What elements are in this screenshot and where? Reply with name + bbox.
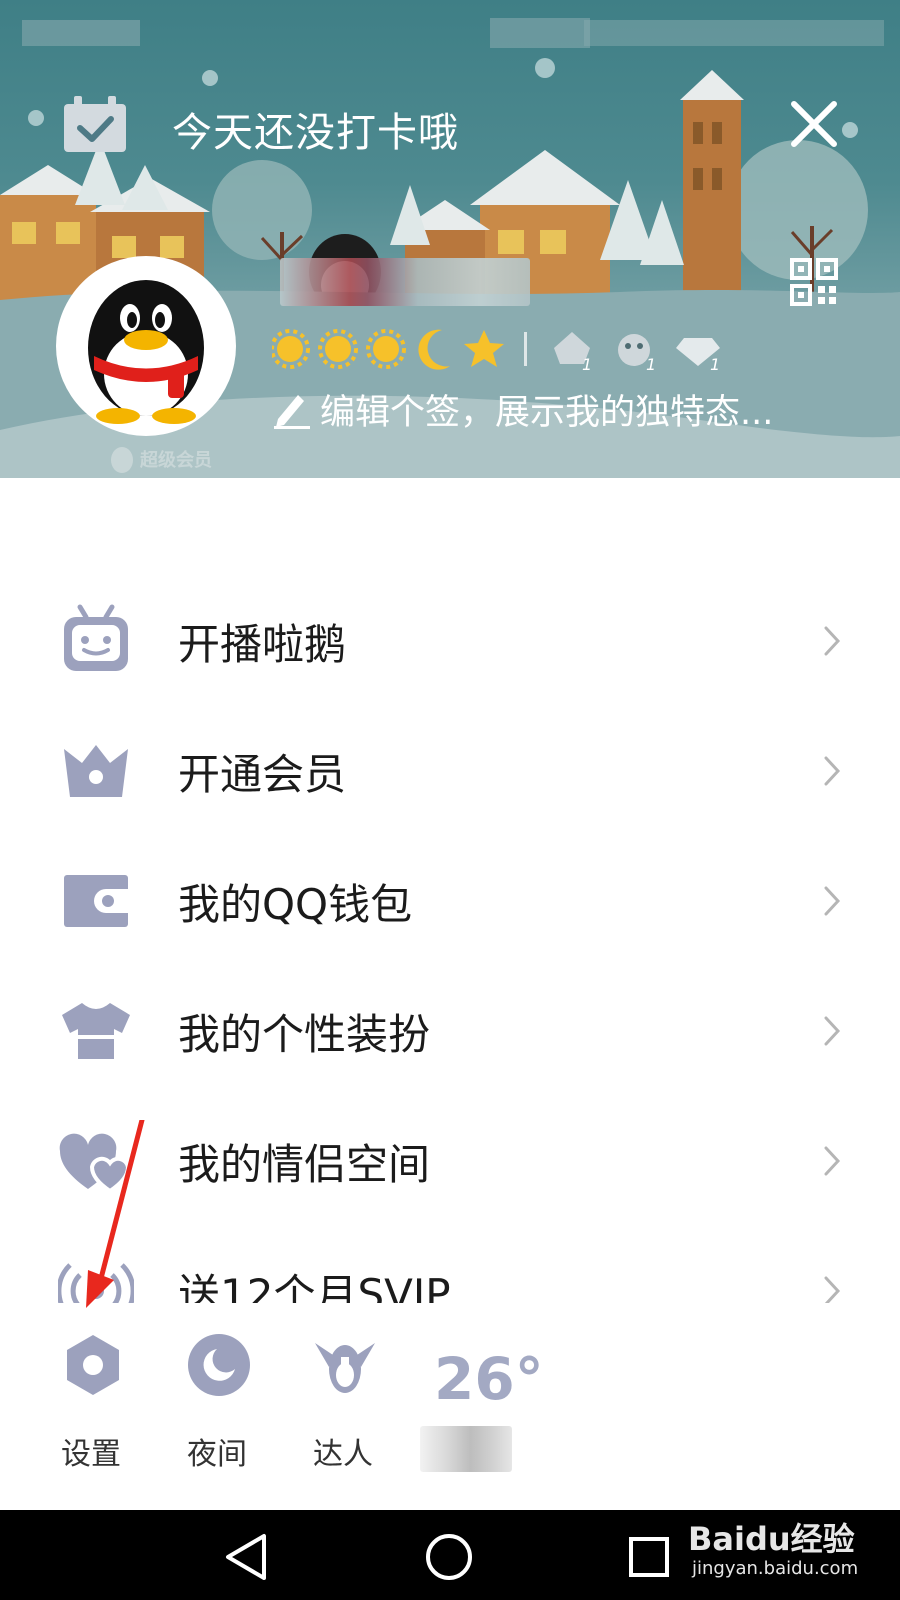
menu-item-label: 我的QQ钱包 — [178, 879, 413, 929]
svg-text:1: 1 — [582, 355, 592, 372]
svg-text:1: 1 — [646, 355, 656, 372]
badge-helmet-icon: 1 — [554, 332, 592, 372]
weather-location-blurred — [420, 1426, 512, 1472]
sun-icon — [272, 329, 310, 369]
tv-robot-icon — [64, 604, 128, 671]
qq-penguin-avatar-icon — [88, 280, 204, 424]
menu-item-label: 送12个月SVIP — [178, 1269, 451, 1304]
bottom-toolbar: 设置 夜间 达人 26° — [0, 1303, 900, 1510]
tshirt-icon — [62, 1003, 130, 1059]
chevron-right-icon — [824, 756, 841, 786]
watermark-main-text: Baidu经验 — [688, 1520, 855, 1558]
settings-button[interactable]: 设置 — [36, 1333, 146, 1483]
menu-item-label: 我的情侣空间 — [178, 1139, 431, 1189]
winged-penguin-icon — [315, 1343, 375, 1393]
sun-icon — [366, 329, 406, 369]
wallet-icon — [64, 875, 128, 927]
chevron-right-icon — [824, 886, 841, 916]
checkin-reminder-text[interactable]: 今天还没打卡哦 — [172, 100, 459, 158]
night-mode-label: 夜间 — [187, 1437, 247, 1472]
svip-tag: 超级会员 — [108, 444, 212, 474]
chevron-right-icon — [824, 626, 841, 656]
svip-tag-text: 超级会员 — [140, 450, 212, 471]
signature-edit[interactable]: 编辑个签，展示我的独特态... — [272, 386, 774, 433]
sun-icon — [318, 329, 358, 369]
expert-label: 达人 — [313, 1437, 373, 1472]
menu-item-label: 开播啦鹅 — [178, 619, 347, 669]
star-icon — [464, 330, 504, 367]
username-blurred — [280, 258, 530, 306]
watermark-url-text: jingyan.baidu.com — [692, 1558, 859, 1579]
crown-icon — [64, 745, 128, 797]
menu-item-live[interactable]: 开播啦鹅 — [0, 575, 900, 707]
chevron-right-icon — [824, 1276, 841, 1303]
profile-header: 今天还没打卡哦 1 1 1 编辑个签，展示我的独特态... 超级会员 — [0, 0, 900, 478]
badge-penguin-icon: 1 — [618, 334, 656, 372]
menu-item-label: 我的个性装扮 — [178, 1009, 431, 1059]
qq-level-badges[interactable]: 1 1 1 — [272, 326, 752, 372]
home-circle-icon[interactable] — [422, 1530, 476, 1584]
settings-label: 设置 — [61, 1437, 121, 1472]
settings-hexagon-icon — [67, 1335, 119, 1395]
night-mode-button[interactable]: 夜间 — [162, 1333, 272, 1483]
calendar-check-icon[interactable] — [62, 96, 128, 154]
badge-diamond-icon: 1 — [676, 338, 720, 372]
pencil-icon — [274, 395, 310, 429]
qr-code-icon[interactable] — [790, 258, 838, 306]
chevron-right-icon — [824, 1016, 841, 1046]
signature-text: 编辑个签，展示我的独特态... — [320, 392, 774, 433]
menu-item-membership[interactable]: 开通会员 — [0, 705, 900, 837]
baidu-watermark: Baidu经验 jingyan.baidu.com — [688, 1500, 888, 1590]
chevron-right-icon — [824, 1146, 841, 1176]
annotation-arrow — [86, 1120, 145, 1308]
moon-icon — [418, 329, 450, 370]
close-icon[interactable] — [790, 100, 838, 148]
back-triangle-icon[interactable] — [220, 1530, 274, 1584]
avatar[interactable] — [56, 256, 236, 436]
recents-square-icon[interactable] — [622, 1530, 676, 1584]
svip-penguin-icon — [111, 447, 133, 473]
menu-item-label: 开通会员 — [178, 749, 347, 799]
menu-item-personalize[interactable]: 我的个性装扮 — [0, 965, 900, 1097]
weather-temperature[interactable]: 26° — [434, 1345, 544, 1413]
moon-icon — [188, 1334, 250, 1396]
menu-item-wallet[interactable]: 我的QQ钱包 — [0, 835, 900, 967]
svg-text:1: 1 — [710, 355, 720, 372]
expert-button[interactable]: 达人 — [288, 1333, 398, 1483]
